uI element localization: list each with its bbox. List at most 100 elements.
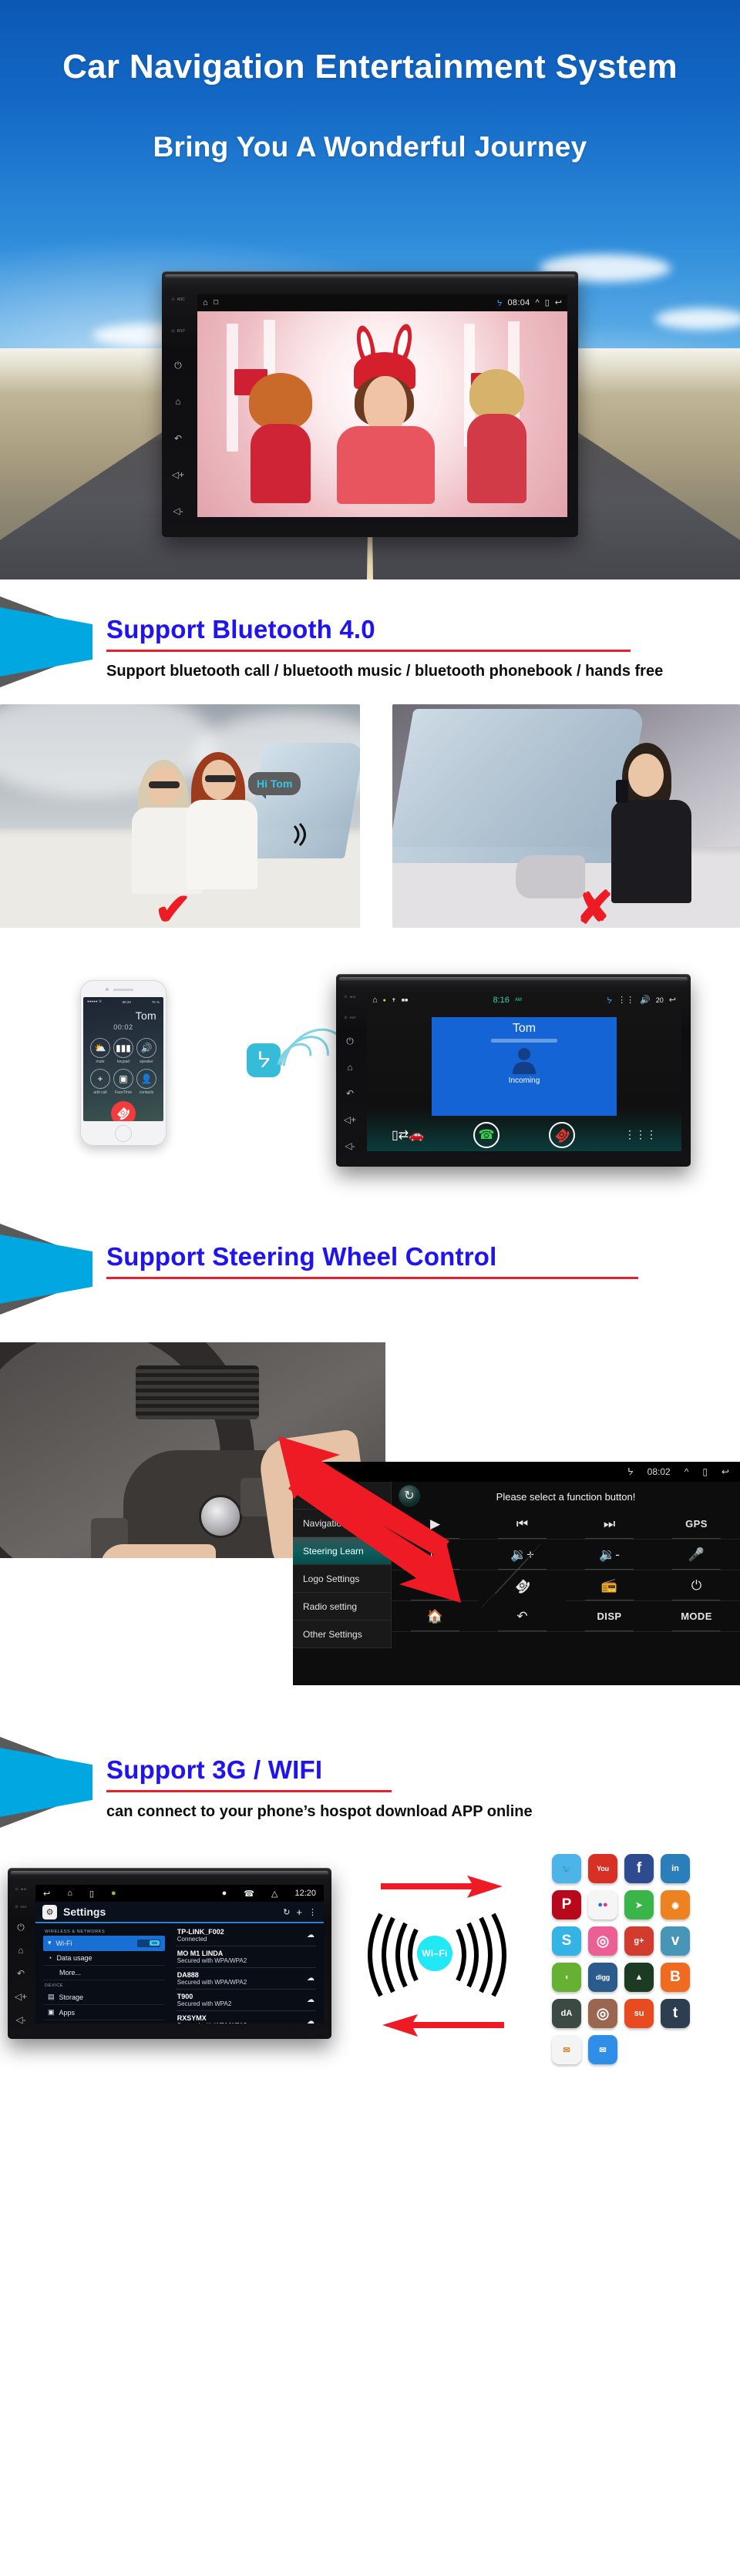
chevron-up-icon[interactable]: ^: [536, 298, 540, 307]
volume-up-icon[interactable]: ◁+: [172, 470, 184, 479]
recents-icon[interactable]: ▯: [702, 1466, 708, 1477]
add-icon[interactable]: +: [296, 1906, 302, 1918]
sidebar-item-data-usage[interactable]: ◔ Data usage: [43, 1951, 165, 1966]
apps-icon: ▣: [48, 2008, 55, 2016]
evernote-icon[interactable]: ◖: [552, 1963, 581, 1992]
linkedin-icon[interactable]: in: [661, 1854, 690, 1883]
home-button[interactable]: [115, 1125, 132, 1142]
digg-icon[interactable]: digg: [588, 1963, 617, 1992]
function-gps-button[interactable]: GPS: [653, 1509, 740, 1540]
back-arrow-icon[interactable]: ↩: [555, 298, 562, 307]
power-icon[interactable]: ⏻: [346, 1036, 354, 1046]
badge-cyan-shape: [0, 607, 92, 677]
back-arrow-icon[interactable]: ↩: [722, 1466, 729, 1477]
volume-up-icon[interactable]: ◁+: [344, 1115, 356, 1124]
reset-button[interactable]: RST: [343, 1016, 357, 1019]
overflow-menu-icon[interactable]: ⋮: [308, 1907, 317, 1917]
contacts-button[interactable]: 👤 contacts: [135, 1069, 158, 1095]
home-icon[interactable]: ⌂: [203, 298, 208, 307]
back-icon[interactable]: ↶: [346, 1089, 354, 1098]
sidebar-item-storage[interactable]: ▤ Storage: [43, 1990, 165, 2005]
function-power-button[interactable]: ⏻: [653, 1570, 740, 1601]
keypad-icon[interactable]: ⋮⋮⋮: [624, 1129, 657, 1140]
sidebar-item-other-settings[interactable]: Other Settings: [293, 1620, 391, 1648]
dribbble-icon[interactable]: ◎: [588, 1926, 617, 1956]
back-arrow-icon[interactable]: ↩: [669, 996, 676, 1005]
vimeo-icon[interactable]: v: [661, 1926, 690, 1956]
instagram-icon[interactable]: ◎: [588, 1999, 617, 2028]
recents-icon[interactable]: ▯: [89, 1889, 94, 1899]
sidebar-item-apps[interactable]: ▣ Apps: [43, 2005, 165, 2020]
home-icon[interactable]: ⌂: [372, 996, 378, 1005]
sidebar-item-more[interactable]: More...: [43, 1966, 165, 1980]
facebook-icon[interactable]: f: [624, 1854, 654, 1883]
forrst-icon[interactable]: ▲: [624, 1963, 654, 1992]
home-icon[interactable]: ⌂: [67, 1889, 72, 1898]
back-icon[interactable]: ↶: [17, 1969, 25, 1978]
twitter-icon[interactable]: 🐦: [552, 1854, 581, 1883]
wifi-network-row[interactable]: RXSYMX Secured with WPA/WPA2 ☁: [176, 2011, 316, 2024]
volume-down-icon[interactable]: ◁-: [345, 1141, 355, 1150]
volume-up-icon[interactable]: ◁+: [15, 1992, 27, 2001]
add-call-button[interactable]: + add call: [89, 1069, 112, 1095]
home-icon[interactable]: ⌂: [18, 1946, 23, 1955]
phone-car-transfer-icon[interactable]: ▯⇄🚗: [392, 1127, 424, 1143]
speaker-button[interactable]: 🔊 speaker: [135, 1038, 158, 1064]
mic-button[interactable]: MIC: [344, 995, 356, 999]
end-call-icon[interactable]: ☎: [106, 1096, 141, 1121]
function-previous-button[interactable]: ⏮: [479, 1509, 566, 1540]
function-back-button[interactable]: ↶: [479, 1601, 566, 1632]
function-volume-down-button[interactable]: 🔉-: [566, 1540, 653, 1570]
email-blue-icon[interactable]: ✉: [588, 2035, 617, 2064]
skype-icon[interactable]: S: [552, 1926, 581, 1956]
function-home-button[interactable]: 🏠: [392, 1601, 479, 1632]
flickr-icon[interactable]: ● ●: [588, 1890, 617, 1919]
wifi-network-row[interactable]: T900 Secured with WPA2 ☁: [175, 1990, 316, 2011]
share-icon[interactable]: ➤: [624, 1890, 654, 1919]
function-mode-button[interactable]: MODE: [653, 1601, 740, 1632]
function-microphone-button[interactable]: 🎤: [653, 1540, 740, 1570]
google-plus-icon[interactable]: g+: [624, 1926, 654, 1956]
home-icon[interactable]: ⌂: [347, 1063, 352, 1072]
back-icon[interactable]: ↶: [174, 434, 182, 443]
wifi-signal-icon: ☁: [307, 1931, 314, 1940]
blogger-icon[interactable]: B: [661, 1963, 690, 1992]
equalizer-icon[interactable]: ⋮⋮: [617, 996, 634, 1005]
wifi-toggle[interactable]: ON: [136, 1939, 160, 1947]
answer-call-icon[interactable]: ☎: [473, 1122, 500, 1148]
youtube-icon[interactable]: You: [588, 1854, 617, 1883]
mic-button[interactable]: MIC: [15, 1887, 27, 1891]
power-icon[interactable]: ⏻: [17, 1923, 25, 1932]
volume-down-icon[interactable]: ◁-: [173, 506, 183, 516]
power-icon[interactable]: ⏻: [174, 361, 182, 370]
wifi-network-row[interactable]: MO M1 LINDA Secured with WPA/WPA2: [175, 1946, 316, 1968]
facetime-button[interactable]: ▣ FaceTime: [112, 1069, 135, 1095]
reset-button[interactable]: RST: [170, 329, 186, 334]
recents-icon[interactable]: ▯: [545, 298, 550, 307]
pinterest-icon[interactable]: P: [552, 1890, 581, 1919]
stumbleupon-icon[interactable]: su: [624, 1999, 654, 2028]
function-next-button[interactable]: ⏭: [566, 1509, 653, 1540]
chevron-up-icon[interactable]: ^: [684, 1466, 689, 1477]
tumblr-icon[interactable]: t: [661, 1999, 690, 2028]
refresh-icon[interactable]: ↻: [283, 1907, 290, 1917]
home-icon[interactable]: ⌂: [175, 397, 180, 406]
sidebar-item-wifi[interactable]: ▾ Wi-Fi ON: [43, 1936, 165, 1951]
video-camera-icon: ▣: [113, 1069, 133, 1089]
mute-button[interactable]: ⛅ mute: [89, 1038, 112, 1064]
reset-button[interactable]: RST: [14, 1905, 28, 1909]
function-disp-button[interactable]: DISP: [566, 1601, 653, 1632]
end-call-icon[interactable]: ☎: [543, 1116, 581, 1151]
mic-button[interactable]: MIC: [171, 297, 185, 302]
video-subject-left: [249, 373, 312, 503]
function-radio-button[interactable]: 📻: [566, 1570, 653, 1601]
volume-down-icon[interactable]: ◁-: [15, 2015, 25, 2024]
rss-icon[interactable]: ◉: [661, 1890, 690, 1919]
keypad-button[interactable]: ▮▮▮ keypad: [112, 1038, 135, 1064]
plus-icon: +: [90, 1069, 110, 1089]
wifi-network-row[interactable]: DA888 Secured with WPA/WPA2 ☁: [175, 1968, 316, 1990]
deviantart-icon[interactable]: dA: [552, 1999, 581, 2028]
back-arrow-icon[interactable]: ↩: [43, 1889, 50, 1899]
email-orange-icon[interactable]: ✉: [552, 2035, 581, 2064]
wifi-network-row[interactable]: TP-LINK_F002 Connected ☁: [175, 1925, 316, 1946]
